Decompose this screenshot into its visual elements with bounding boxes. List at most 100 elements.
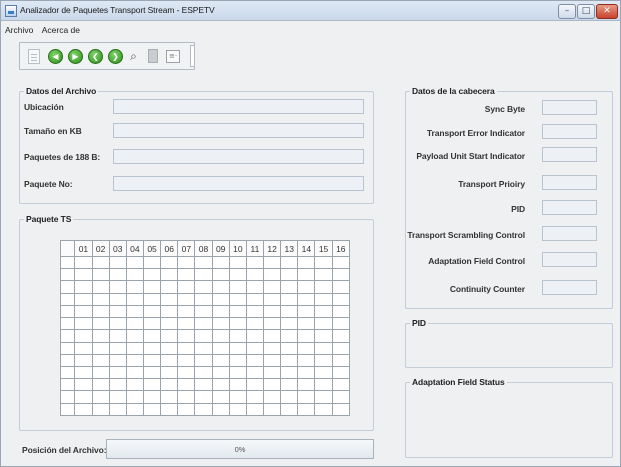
table-cell[interactable]: [280, 353, 299, 367]
table-cell[interactable]: [228, 268, 247, 282]
table-cell[interactable]: [125, 292, 144, 306]
column-header[interactable]: 14: [297, 240, 316, 257]
table-cell[interactable]: [177, 365, 196, 380]
column-header[interactable]: 07: [177, 240, 196, 257]
table-row[interactable]: [59, 329, 351, 343]
column-header[interactable]: 01: [74, 240, 93, 257]
header-field-value[interactable]: [542, 100, 597, 115]
table-cell[interactable]: [142, 341, 162, 355]
table-cell[interactable]: [297, 353, 316, 367]
table-cell[interactable]: [125, 390, 144, 404]
table-cell[interactable]: [280, 365, 299, 380]
table-cell[interactable]: [331, 365, 351, 380]
table-cell[interactable]: [91, 255, 110, 270]
column-header[interactable]: 04: [125, 240, 144, 257]
table-cell[interactable]: [194, 378, 213, 392]
table-cell[interactable]: [331, 304, 351, 319]
table-cell[interactable]: [280, 329, 299, 343]
ts-packet-table[interactable]: 01 02 03 04 05 06 07 08 09 10 11 12 13 14 15 16: [59, 240, 351, 417]
table-cell[interactable]: [142, 280, 162, 294]
table-cell[interactable]: [142, 353, 162, 367]
menu-archivo[interactable]: Archivo: [5, 22, 33, 39]
table-cell[interactable]: [245, 390, 265, 404]
table-cell[interactable]: [91, 365, 110, 380]
table-cell[interactable]: [91, 268, 110, 282]
table-cell[interactable]: [160, 292, 179, 306]
table-cell[interactable]: [177, 353, 196, 367]
table-row[interactable]: [59, 341, 351, 355]
table-cell[interactable]: [177, 378, 196, 392]
table-cell[interactable]: [314, 317, 333, 331]
table-cell[interactable]: [142, 402, 162, 417]
table-cell[interactable]: [160, 317, 179, 331]
table-cell[interactable]: [142, 390, 162, 404]
table-row[interactable]: [59, 353, 351, 367]
table-cell[interactable]: [108, 365, 127, 380]
table-cell[interactable]: [160, 304, 179, 319]
play-icon[interactable]: ▶: [68, 49, 83, 64]
location-field[interactable]: [113, 99, 364, 114]
table-cell[interactable]: [314, 268, 333, 282]
table-row[interactable]: [59, 268, 351, 282]
table-cell[interactable]: [194, 353, 213, 367]
table-cell[interactable]: [91, 402, 110, 417]
table-cell[interactable]: [177, 280, 196, 294]
table-cell[interactable]: [245, 353, 265, 367]
table-cell[interactable]: [245, 255, 265, 270]
table-cell[interactable]: [74, 341, 93, 355]
table-cell[interactable]: [280, 255, 299, 270]
table-cell[interactable]: [160, 365, 179, 380]
packets-188-field[interactable]: [113, 149, 364, 164]
table-cell[interactable]: [91, 317, 110, 331]
table-cell[interactable]: [194, 304, 213, 319]
table-cell[interactable]: [280, 304, 299, 319]
table-cell[interactable]: [177, 292, 196, 306]
table-cell[interactable]: [262, 378, 282, 392]
table-cell[interactable]: [108, 280, 127, 294]
table-cell[interactable]: [125, 329, 144, 343]
table-cell[interactable]: [160, 329, 179, 343]
table-row[interactable]: [59, 365, 351, 380]
table-cell[interactable]: [142, 378, 162, 392]
table-cell[interactable]: [245, 280, 265, 294]
table-cell[interactable]: [245, 304, 265, 319]
table-cell[interactable]: [125, 317, 144, 331]
table-cell[interactable]: [228, 365, 247, 380]
table-cell[interactable]: [211, 292, 230, 306]
table-cell[interactable]: [177, 329, 196, 343]
column-header[interactable]: 02: [91, 240, 110, 257]
table-cell[interactable]: [91, 353, 110, 367]
table-cell[interactable]: [91, 378, 110, 392]
column-header[interactable]: 09: [211, 240, 230, 257]
table-cell[interactable]: [74, 365, 93, 380]
table-cell[interactable]: [262, 292, 282, 306]
table-row[interactable]: [59, 292, 351, 306]
table-cell[interactable]: [331, 402, 351, 417]
table-cell[interactable]: [211, 390, 230, 404]
table-cell[interactable]: [160, 280, 179, 294]
header-field-value[interactable]: [542, 124, 597, 139]
column-header[interactable]: 05: [142, 240, 162, 257]
table-cell[interactable]: [177, 268, 196, 282]
table-cell[interactable]: [331, 390, 351, 404]
table-cell[interactable]: [280, 280, 299, 294]
table-cell[interactable]: [194, 402, 213, 417]
table-cell[interactable]: [228, 255, 247, 270]
table-cell[interactable]: [297, 390, 316, 404]
table-cell[interactable]: [280, 390, 299, 404]
table-cell[interactable]: [297, 255, 316, 270]
table-cell[interactable]: [194, 292, 213, 306]
table-cell[interactable]: [108, 317, 127, 331]
table-cell[interactable]: [228, 304, 247, 319]
table-cell[interactable]: [280, 402, 299, 417]
table-cell[interactable]: [262, 341, 282, 355]
table-row[interactable]: [59, 255, 351, 270]
rewind-icon[interactable]: ◀: [48, 49, 63, 64]
table-cell[interactable]: [331, 353, 351, 367]
table-cell[interactable]: [280, 317, 299, 331]
table-cell[interactable]: [74, 329, 93, 343]
table-cell[interactable]: [297, 378, 316, 392]
table-cell[interactable]: [177, 317, 196, 331]
table-cell[interactable]: [160, 353, 179, 367]
table-cell[interactable]: [74, 390, 93, 404]
